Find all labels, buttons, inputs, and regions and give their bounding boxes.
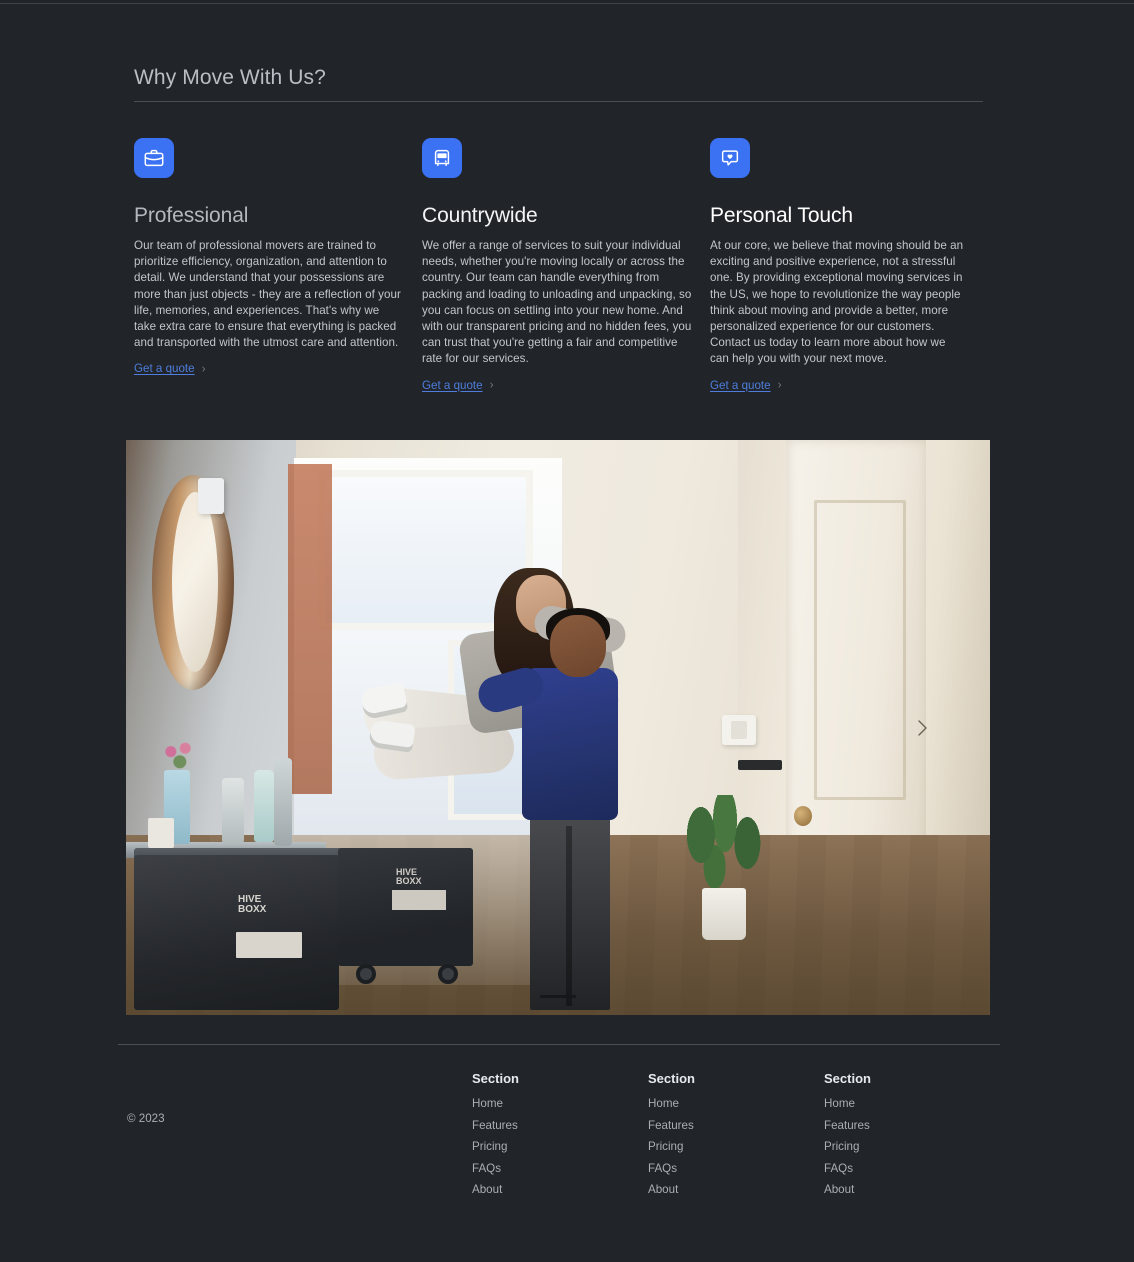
get-a-quote-label: Get a quote xyxy=(710,378,771,392)
get-a-quote-link[interactable]: Get a quote › xyxy=(422,379,494,392)
photo-crate-label-small xyxy=(392,890,446,910)
photo-bottle-right xyxy=(274,758,292,846)
footer-copyright: © 2023 xyxy=(127,1112,165,1125)
page-title: Why Move With Us? xyxy=(134,66,326,89)
footer-divider xyxy=(118,1044,1000,1045)
photo-light-switch xyxy=(722,715,756,745)
footer-link-home[interactable]: Home xyxy=(824,1097,1000,1111)
footer-link-faqs[interactable]: FAQs xyxy=(648,1162,824,1176)
photo-crate-wheel-left xyxy=(356,964,376,984)
chevron-right-icon xyxy=(918,719,927,736)
image-carousel[interactable]: HIVE BOXX HIVE BOXX xyxy=(126,440,990,1015)
photo-wall-fixture xyxy=(198,478,224,514)
photo-plant-pot xyxy=(702,888,746,940)
carousel-slide-image: HIVE BOXX HIVE BOXX xyxy=(126,440,990,1015)
chevron-right-icon: › xyxy=(489,377,494,392)
photo-crate-wheel-right xyxy=(438,964,458,984)
photo-man-head xyxy=(550,615,606,677)
get-a-quote-link[interactable]: Get a quote › xyxy=(710,379,782,392)
feature-title: Countrywide xyxy=(422,204,538,227)
photo-crate-logo-large: HIVE BOXX xyxy=(238,894,267,915)
photo-man-legs xyxy=(530,812,610,1010)
footer-link-columns: Section Home Features Pricing FAQs About… xyxy=(472,1070,1000,1205)
viewport-top-divider xyxy=(0,3,1134,4)
photo-cup xyxy=(148,818,174,848)
feature-title: Personal Touch xyxy=(710,204,853,227)
footer-link-features[interactable]: Features xyxy=(648,1119,824,1133)
footer-link-faqs[interactable]: FAQs xyxy=(824,1162,1000,1176)
site-footer: © 2023 Section Home Features Pricing FAQ… xyxy=(118,1070,1000,1205)
photo-flowers xyxy=(160,738,196,772)
photo-crate-logo-small: HIVE BOXX xyxy=(396,867,422,886)
footer-link-about[interactable]: About xyxy=(648,1183,824,1197)
photo-bottle-middle xyxy=(254,770,274,842)
get-a-quote-label: Get a quote xyxy=(134,362,195,376)
footer-link-features[interactable]: Features xyxy=(472,1119,648,1133)
footer-link-about[interactable]: About xyxy=(824,1183,1000,1197)
footer-column-title: Section xyxy=(648,1071,695,1086)
photo-crate-label-large xyxy=(236,932,302,958)
feature-title: Professional xyxy=(134,204,249,227)
footer-link-home[interactable]: Home xyxy=(648,1097,824,1111)
footer-link-pricing[interactable]: Pricing xyxy=(824,1140,1000,1154)
footer-column-title: Section xyxy=(824,1071,871,1086)
footer-link-home[interactable]: Home xyxy=(472,1097,648,1111)
photo-mirror-reflection xyxy=(172,492,218,672)
footer-column-3: Section Home Features Pricing FAQs About xyxy=(824,1070,1000,1205)
footer-column-1: Section Home Features Pricing FAQs About xyxy=(472,1070,648,1205)
feature-card-professional: Professional Our team of professional mo… xyxy=(134,138,422,394)
photo-door-knob xyxy=(794,806,812,826)
features-grid: Professional Our team of professional mo… xyxy=(134,138,983,394)
footer-column-title: Section xyxy=(472,1071,519,1086)
photo-plant-leaves xyxy=(682,795,768,895)
carousel-indicators xyxy=(126,995,990,998)
chevron-right-icon: › xyxy=(777,377,782,392)
footer-link-faqs[interactable]: FAQs xyxy=(472,1162,648,1176)
footer-column-2: Section Home Features Pricing FAQs About xyxy=(648,1070,824,1205)
get-a-quote-label: Get a quote xyxy=(422,378,483,392)
footer-link-features[interactable]: Features xyxy=(824,1119,1000,1133)
feature-body: We offer a range of services to suit you… xyxy=(422,239,692,366)
footer-link-about[interactable]: About xyxy=(472,1183,648,1197)
photo-door-panel-upper xyxy=(814,500,906,800)
photo-front-door xyxy=(288,464,332,794)
page-root: Why Move With Us? Professional Our team … xyxy=(0,0,1134,1262)
section-header: Why Move With Us? xyxy=(134,64,983,102)
carousel-indicator-1[interactable] xyxy=(540,995,576,998)
feature-card-personal-touch: Personal Touch At our core, we believe t… xyxy=(710,138,983,394)
feature-body: Our team of professional movers are trai… xyxy=(134,239,401,350)
feature-card-countrywide: Countrywide We offer a range of services… xyxy=(422,138,710,394)
get-a-quote-link[interactable]: Get a quote › xyxy=(134,362,206,375)
bus-icon xyxy=(422,138,462,178)
feature-body: At our core, we believe that moving shou… xyxy=(710,239,964,366)
photo-wall-trim xyxy=(738,760,782,770)
footer-link-pricing[interactable]: Pricing xyxy=(648,1140,824,1154)
photo-bottle-left xyxy=(222,778,244,844)
carousel-next-button[interactable] xyxy=(908,714,936,742)
footer-link-pricing[interactable]: Pricing xyxy=(472,1140,648,1154)
section-divider xyxy=(134,101,983,102)
chevron-right-icon: › xyxy=(201,361,206,376)
briefcase-icon xyxy=(134,138,174,178)
chat-heart-icon xyxy=(710,138,750,178)
